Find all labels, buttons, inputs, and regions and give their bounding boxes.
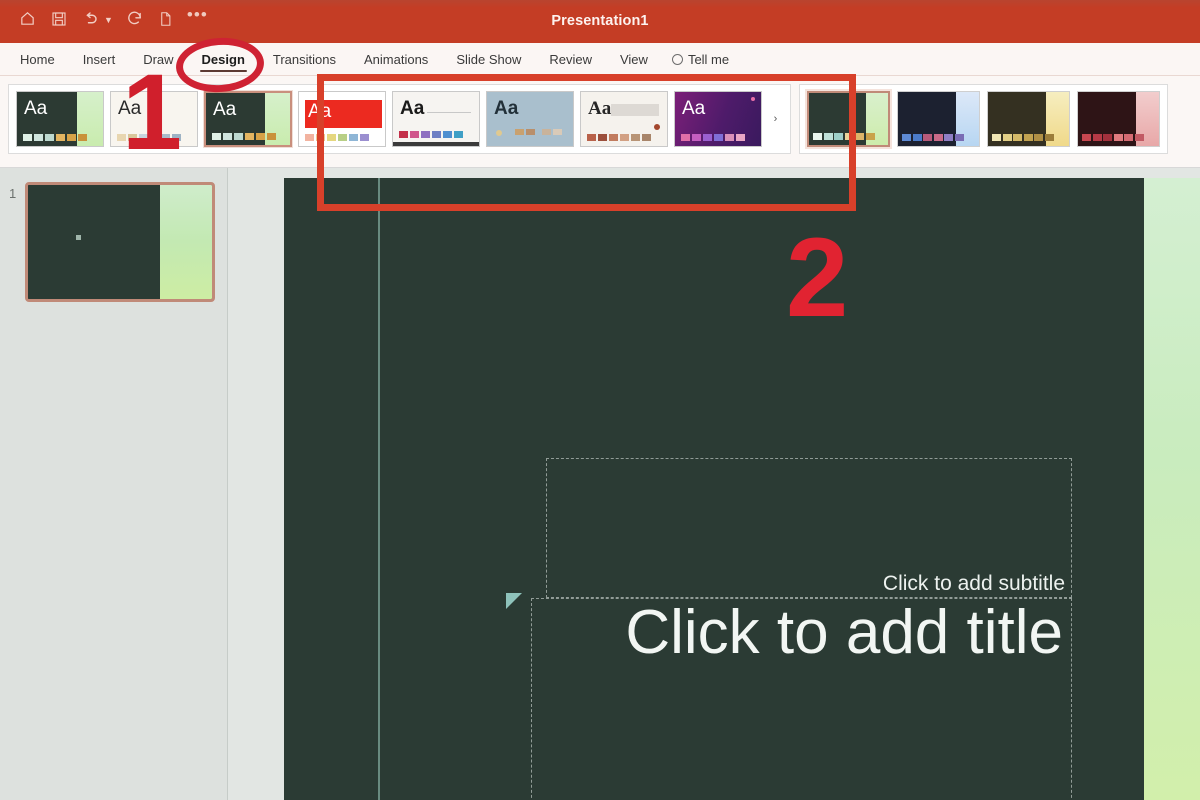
slide-thumb-accent-strip [160, 185, 212, 299]
theme-aa-label: Aa [118, 98, 142, 119]
slide-thumbnail-1[interactable] [25, 182, 215, 302]
themes-gallery-next-icon[interactable]: › [768, 91, 783, 147]
subtitle-placeholder-text: Click to add subtitle [882, 571, 1065, 595]
tab-view[interactable]: View [606, 43, 662, 76]
lightbulb-icon [671, 54, 683, 65]
variant-item-maroon[interactable] [1077, 91, 1160, 147]
theme-item-serif[interactable]: Aa [580, 91, 668, 147]
slide-thumb-body [28, 185, 161, 299]
theme-aa-label: Aa [494, 98, 519, 119]
tab-slide-show[interactable]: Slide Show [442, 43, 535, 76]
triangle-accent-icon [506, 593, 522, 609]
theme-aa-label: Aa [682, 98, 706, 119]
tell-me-label: Tell me [687, 52, 730, 67]
theme-aa-label: Aa [588, 98, 612, 119]
themes-gallery: Aa Aa Aa Aa Aa Aa Aa Aa › [8, 84, 791, 154]
theme-item-purple[interactable]: Aa [674, 91, 762, 147]
theme-item-green[interactable]: Aa [16, 91, 104, 147]
variants-gallery [799, 84, 1168, 154]
variant-item-green[interactable] [807, 91, 890, 147]
document-title: Presentation1 [551, 13, 649, 29]
tab-home[interactable]: Home [6, 43, 69, 76]
theme-item-red[interactable]: Aa [298, 91, 386, 147]
theme-item-cream[interactable]: Aa [110, 91, 198, 147]
title-placeholder[interactable]: Click to add title [531, 598, 1072, 800]
workspace: 1 Click to add subtitle Click to add tit… [0, 168, 1200, 800]
ribbon-tabs: Home Insert Draw Design Transitions Anim… [6, 43, 743, 76]
slide-thumbnail-pane: 1 [0, 168, 228, 800]
tab-design[interactable]: Design [188, 43, 259, 76]
ribbon-design: Aa Aa Aa Aa Aa Aa Aa Aa › [0, 76, 1200, 168]
theme-item-white[interactable]: Aa [392, 91, 480, 147]
slide-number: 1 [9, 186, 17, 201]
tab-transitions[interactable]: Transitions [259, 43, 350, 76]
tab-animations[interactable]: Animations [350, 43, 442, 76]
slide-thumb-marker [75, 235, 81, 241]
tab-review[interactable]: Review [535, 43, 606, 76]
theme-item-bluegrey[interactable]: Aa [486, 91, 574, 147]
tab-draw[interactable]: Draw [129, 43, 187, 76]
title-bar: ▼ ••• Presentation1 [0, 0, 1200, 43]
tab-insert[interactable]: Insert [69, 43, 130, 76]
theme-aa-label: Aa [400, 98, 425, 119]
slide-canvas-area: Click to add subtitle Click to add title [228, 168, 1200, 800]
variant-item-navy[interactable] [897, 91, 980, 147]
ribbon-tab-strip: Home Insert Draw Design Transitions Anim… [0, 43, 1200, 76]
variant-item-olive[interactable] [987, 91, 1070, 147]
subtitle-placeholder[interactable]: Click to add subtitle [546, 458, 1072, 598]
theme-aa-label: Aa [213, 99, 237, 120]
title-placeholder-text: Click to add title [625, 598, 1063, 667]
slide-canvas[interactable]: Click to add subtitle Click to add title [284, 178, 1200, 800]
slide-accent-strip [1144, 178, 1200, 800]
slide-vertical-rule [378, 178, 380, 800]
theme-item-green-selected[interactable]: Aa [204, 91, 292, 147]
theme-aa-label: Aa [308, 101, 332, 122]
powerpoint-window: ▼ ••• Presentation1 Home Insert Draw Des… [0, 0, 1200, 800]
tab-tell-me[interactable]: Tell me [662, 43, 743, 76]
theme-aa-label: Aa [24, 98, 48, 119]
